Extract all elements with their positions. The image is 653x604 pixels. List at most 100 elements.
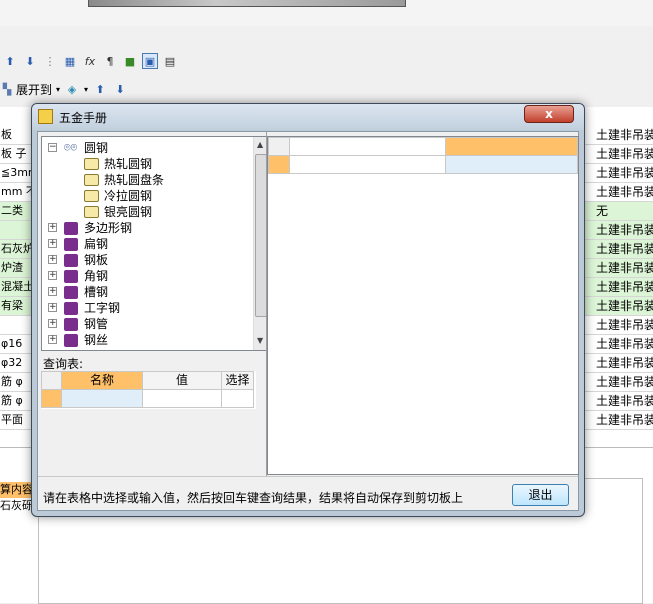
grid-cell-category[interactable]: 土建非吊装: [582, 335, 653, 353]
grid-cell-left[interactable]: 板: [0, 126, 34, 144]
screen-icon[interactable]: ▣: [142, 53, 158, 69]
grid-cell-left[interactable]: 筋 φ: [0, 373, 34, 391]
grid-cell-category[interactable]: 土建非吊装: [582, 392, 653, 410]
grid-cell-category[interactable]: 土建非吊装: [582, 126, 653, 144]
fill-dropdown-icon[interactable]: ▾: [84, 85, 88, 94]
tree-node[interactable]: 多边形钢: [84, 220, 132, 236]
result-cell-1[interactable]: [289, 155, 446, 174]
exit-button[interactable]: 退出: [512, 484, 569, 506]
hardware-handbook-dialog: 五金手册 x ▲ ▼ − ⌾⌾ 圆钢 热轧圆钢 热轧圆盘条 冷拉圆钢 银亮圆钢 + 多边形钢 + 扁…: [31, 103, 585, 517]
expand-icon[interactable]: +: [48, 303, 57, 312]
tree-node[interactable]: 钢管: [84, 316, 108, 332]
grid-cell-category[interactable]: 土建非吊装: [582, 221, 653, 239]
query-table[interactable]: 名称 值 选择: [41, 371, 256, 409]
grid-cell-category[interactable]: 土建非吊装: [582, 183, 653, 201]
scroll-up-icon[interactable]: ▲: [257, 140, 263, 149]
move-up-icon[interactable]: ⬆: [2, 53, 18, 69]
book-open-icon: [84, 206, 99, 218]
expand-icon[interactable]: +: [48, 319, 57, 328]
collapse-icon[interactable]: −: [48, 143, 57, 152]
grid-cell-left[interactable]: 炉渣: [0, 259, 34, 277]
close-button[interactable]: x: [524, 105, 574, 123]
book-icon: [64, 222, 78, 235]
book-icon: [64, 302, 78, 315]
down-arrow-icon[interactable]: ⬇: [112, 81, 128, 97]
grid-cell-left[interactable]: [0, 316, 34, 334]
expand-icon[interactable]: ▚: [2, 81, 12, 97]
book-icon: [64, 270, 78, 283]
grid-cell-left[interactable]: 石灰炉: [0, 240, 34, 258]
tree-node[interactable]: 圆钢: [84, 140, 108, 156]
grid-cell-category[interactable]: 土建非吊装: [582, 259, 653, 277]
tree-node[interactable]: 热轧圆盘条: [104, 172, 164, 188]
result-cell-2[interactable]: [445, 155, 578, 174]
up-arrow-icon[interactable]: ⬆: [92, 81, 108, 97]
grid-cell-left[interactable]: 二类: [0, 202, 34, 220]
book-open-icon: [84, 158, 99, 170]
result-header-1[interactable]: [289, 137, 446, 156]
book-icon: [64, 254, 78, 267]
grid-cell-category[interactable]: 土建非吊装: [582, 316, 653, 334]
column-name-header[interactable]: 名称: [61, 371, 143, 390]
select-cell[interactable]: [221, 389, 254, 408]
fill-color-icon[interactable]: ◈: [64, 81, 80, 97]
tree-scrollbar[interactable]: ▲ ▼: [253, 137, 266, 350]
row-header[interactable]: [41, 389, 62, 408]
tree-node[interactable]: 钢丝: [84, 332, 108, 348]
name-cell[interactable]: [61, 389, 143, 408]
tree-node[interactable]: 槽钢: [84, 284, 108, 300]
grid-cell-category[interactable]: 无: [582, 202, 653, 220]
binoculars-icon: ⌾⌾: [64, 141, 78, 154]
tree-node[interactable]: 冷拉圆钢: [104, 188, 152, 204]
column-value-header[interactable]: 值: [142, 371, 222, 390]
grid-cell-left[interactable]: 板 子: [0, 145, 34, 163]
grid-cell-category[interactable]: 土建非吊装: [582, 164, 653, 182]
result-header-2[interactable]: [445, 137, 578, 156]
grid-cell-left[interactable]: 平面: [0, 411, 34, 429]
list-icon[interactable]: ▤: [162, 53, 178, 69]
cube-icon[interactable]: ■: [122, 53, 138, 69]
grid-cell-left[interactable]: [0, 221, 34, 239]
scroll-down-icon[interactable]: ▼: [257, 336, 263, 345]
dropdown-arrow-icon[interactable]: ▾: [56, 85, 60, 94]
result-table[interactable]: [267, 136, 579, 475]
category-tree[interactable]: ▲ ▼ − ⌾⌾ 圆钢 热轧圆钢 热轧圆盘条 冷拉圆钢 银亮圆钢 + 多边形钢 + 扁钢 + 钢板 + 角钢…: [41, 136, 267, 351]
expand-icon[interactable]: +: [48, 335, 57, 344]
tree-node[interactable]: 扁钢: [84, 236, 108, 252]
grid-cell-category[interactable]: 土建非吊装: [582, 373, 653, 391]
grid-cell-category[interactable]: 土建非吊装: [582, 411, 653, 429]
result-row-header[interactable]: [268, 155, 290, 174]
grid-cell-left[interactable]: 混凝土: [0, 278, 34, 296]
grid-cell-left[interactable]: ≦3mm): [0, 164, 34, 182]
grid-cell-left[interactable]: φ16: [0, 335, 34, 353]
tree-node[interactable]: 工字钢: [84, 300, 120, 316]
column-select-header[interactable]: 选择: [221, 371, 254, 390]
tree-node[interactable]: 钢板: [84, 252, 108, 268]
grid-cell-category[interactable]: 土建非吊装: [582, 240, 653, 258]
tree-node[interactable]: 热轧圆钢: [104, 156, 152, 172]
expand-icon[interactable]: +: [48, 239, 57, 248]
tree-node[interactable]: 角钢: [84, 268, 108, 284]
grid-cell-category[interactable]: 土建非吊装: [582, 297, 653, 315]
dialog-titlebar[interactable]: 五金手册 x: [32, 104, 584, 130]
paragraph-icon[interactable]: ¶: [102, 53, 118, 69]
expand-to-button[interactable]: 展开到: [16, 81, 52, 98]
expand-icon[interactable]: +: [48, 287, 57, 296]
formula-icon[interactable]: fx: [82, 53, 98, 69]
calculator-icon[interactable]: ▦: [62, 53, 78, 69]
grid-cell-category[interactable]: 土建非吊装: [582, 354, 653, 372]
grid-cell-category[interactable]: 土建非吊装: [582, 278, 653, 296]
expand-icon[interactable]: +: [48, 271, 57, 280]
tree-node[interactable]: 银亮圆钢: [104, 204, 152, 220]
expand-icon[interactable]: +: [48, 223, 57, 232]
value-cell[interactable]: [142, 389, 222, 408]
grid-cell-category[interactable]: 土建非吊装: [582, 145, 653, 163]
grid-cell-left[interactable]: φ32: [0, 354, 34, 372]
grid-cell-left[interactable]: 筋 φ: [0, 392, 34, 410]
expand-icon[interactable]: +: [48, 255, 57, 264]
grid-cell-left[interactable]: 有梁: [0, 297, 34, 315]
book-icon: [64, 334, 78, 347]
grid-cell-left[interactable]: mm 不: [0, 183, 34, 201]
move-down-icon[interactable]: ⬇: [22, 53, 38, 69]
toolbar-2: ▚ 展开到 ▾ ◈ ▾ ⬆ ⬇: [0, 78, 653, 100]
